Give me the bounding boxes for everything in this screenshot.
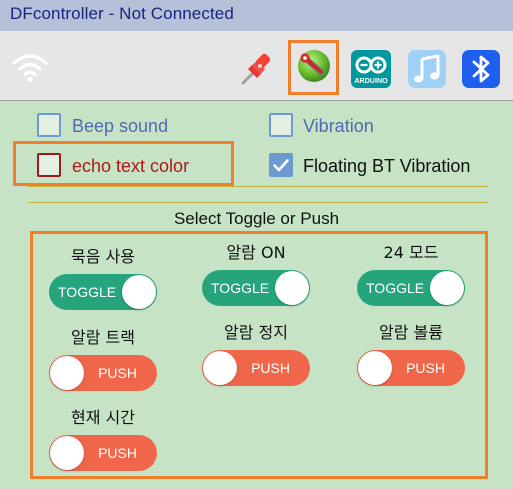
floating-bt-vibration-checkbox[interactable] [269,153,293,177]
echo-text-color-label: echo text color [72,156,190,176]
switch-knob [430,271,464,305]
button-label: 알람 정지 [224,323,288,342]
toggle-switch[interactable]: TOGGLE [49,274,157,310]
check-icon [273,159,289,172]
push-button[interactable]: PUSH [49,355,157,391]
switch-mode-text: TOGGLE [58,284,117,300]
switch-mode-text: PUSH [98,445,137,461]
button-cell: 현재 시간 PUSH [33,407,173,471]
toolbar: ARDUINO [0,31,513,101]
bluetooth-icon[interactable] [462,50,500,88]
switch-knob [203,351,237,385]
vibration-checkbox[interactable] [269,113,293,137]
switch-mode-text: PUSH [98,365,137,381]
divider [28,202,488,203]
button-cell: 알람 볼륨 PUSH [341,322,481,386]
toggle-switch[interactable]: TOGGLE [357,270,465,306]
button-label: 알람 ON [226,243,286,262]
button-cell: 24 모드 TOGGLE [341,242,481,306]
beep-sound-label: Beep sound [72,116,169,136]
push-button[interactable]: PUSH [202,350,310,386]
wifi-icon[interactable] [11,51,49,83]
window-title: DFcontroller - Not Connected [10,4,234,23]
button-label: 알람 볼륨 [379,323,443,342]
switch-knob [358,351,392,385]
section-heading: Select Toggle or Push [173,209,340,228]
vibration-label: Vibration [303,116,374,136]
beep-sound-checkbox[interactable] [37,113,61,137]
switch-mode-text: PUSH [251,360,290,376]
switch-knob [122,275,156,309]
arduino-icon[interactable]: ARDUINO [351,50,391,88]
switch-knob [50,436,84,470]
divider [28,186,488,187]
button-cell: 알람 정지 PUSH [186,322,326,386]
button-label: 알람 트랙 [71,328,135,347]
music-note-icon[interactable] [408,50,446,88]
switch-knob [50,356,84,390]
push-button[interactable]: PUSH [357,350,465,386]
arduino-icon-label: ARDUINO [354,76,388,85]
switch-knob [275,271,309,305]
button-label: 현재 시간 [71,408,135,427]
title-bar: DFcontroller - Not Connected [0,0,513,31]
switch-mode-text: PUSH [406,360,445,376]
pin-icon[interactable] [238,50,276,88]
switch-mode-text: TOGGLE [211,280,270,296]
push-button[interactable]: PUSH [49,435,157,471]
floating-bt-vibration-label: Floating BT Vibration [303,156,471,176]
switch-mode-text: TOGGLE [366,280,425,296]
button-cell: 알람 트랙 PUSH [33,327,173,391]
button-cell: 묵음 사용 TOGGLE [33,246,173,310]
button-cell: 알람 ON TOGGLE [186,242,326,306]
toggle-switch[interactable]: TOGGLE [202,270,310,306]
settings-highlight [288,40,339,95]
button-label: 묵음 사용 [71,247,135,266]
echo-text-color-checkbox[interactable] [37,153,61,177]
button-label: 24 모드 [383,243,439,262]
